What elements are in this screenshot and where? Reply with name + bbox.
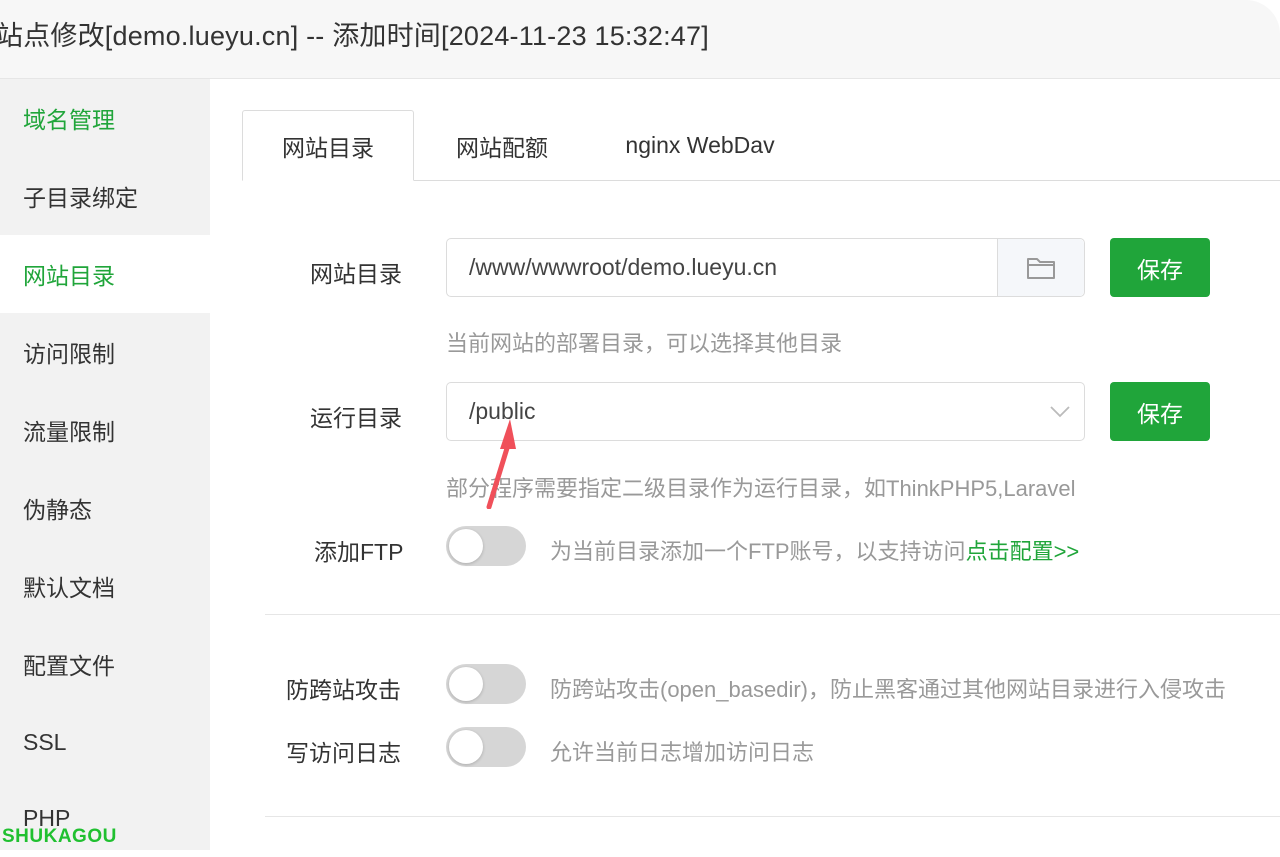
sidebar-item-site-dir[interactable]: 网站目录 (0, 235, 210, 313)
window-title: 站点修改[demo.lueyu.cn] -- 添加时间[2024-11-23 1… (0, 21, 709, 51)
watermark: SHUKAGOU (2, 826, 117, 847)
sidebar-item-default-doc[interactable]: 默认文档 (0, 547, 210, 625)
folder-icon (1027, 257, 1055, 279)
access-log-label: 写访问日志 (286, 740, 401, 766)
toggle-knob (449, 667, 483, 701)
run-dir-label: 运行目录 (310, 405, 402, 431)
toggle-knob (449, 730, 483, 764)
chevron-down-icon (1050, 406, 1070, 418)
ftp-toggle[interactable] (446, 526, 526, 566)
sidebar-item-config-file[interactable]: 配置文件 (0, 625, 210, 703)
ftp-config-link[interactable]: 点击配置>> (966, 539, 1080, 564)
access-log-toggle[interactable] (446, 727, 526, 767)
sidebar-item-domain[interactable]: 域名管理 (0, 79, 210, 157)
section-divider-bottom (265, 816, 1280, 817)
main-panel: 网站目录 网站配额 nginx WebDav 网站目录 /www/wwwroot… (210, 79, 1280, 850)
ftp-desc: 为当前目录添加一个FTP账号，以支持访问点击配置>> (550, 534, 1079, 566)
site-dir-save-button[interactable]: 保存 (1110, 238, 1210, 297)
sidebar-item-traffic-limit[interactable]: 流量限制 (0, 391, 210, 469)
tab-nginx-webdav[interactable]: nginx WebDav (590, 110, 810, 181)
tab-site-dir[interactable]: 网站目录 (242, 110, 414, 181)
anti-xss-toggle[interactable] (446, 664, 526, 704)
site-dir-value: /www/wwwroot/demo.lueyu.cn (469, 254, 778, 280)
anti-xss-label: 防跨站攻击 (286, 677, 401, 703)
access-log-desc: 允许当前日志增加访问日志 (550, 740, 815, 765)
run-dir-save-button[interactable]: 保存 (1110, 382, 1210, 441)
sidebar-item-rewrite[interactable]: 伪静态 (0, 469, 210, 547)
run-dir-hint: 部分程序需要指定二级目录作为运行目录，如ThinkPHP5,Laravel (446, 476, 1076, 501)
window-titlebar: 站点修改[demo.lueyu.cn] -- 添加时间[2024-11-23 1… (0, 0, 1280, 79)
run-dir-select[interactable]: /public (446, 382, 1085, 441)
site-dir-label: 网站目录 (310, 261, 402, 287)
anti-xss-desc: 防跨站攻击(open_basedir)，防止黑客通过其他网站目录进行入侵攻击 (550, 677, 1226, 702)
annotation-arrow-icon (486, 419, 516, 509)
site-dir-hint: 当前网站的部署目录，可以选择其他目录 (446, 331, 843, 356)
sidebar-item-access-limit[interactable]: 访问限制 (0, 313, 210, 391)
folder-picker-button[interactable] (997, 239, 1084, 296)
sidebar-item-ssl[interactable]: SSL (0, 703, 210, 781)
tab-site-quota[interactable]: 网站配额 (414, 110, 590, 181)
ftp-desc-text: 为当前目录添加一个FTP账号，以支持访问 (550, 539, 966, 564)
site-dir-input[interactable]: /www/wwwroot/demo.lueyu.cn (446, 238, 1085, 297)
toggle-knob (449, 529, 483, 563)
sidebar-item-subdir[interactable]: 子目录绑定 (0, 157, 210, 235)
section-divider (265, 614, 1280, 615)
ftp-label: 添加FTP (314, 539, 404, 565)
sidebar: 域名管理 子目录绑定 网站目录 访问限制 流量限制 伪静态 默认文档 配置文件 … (0, 79, 210, 850)
